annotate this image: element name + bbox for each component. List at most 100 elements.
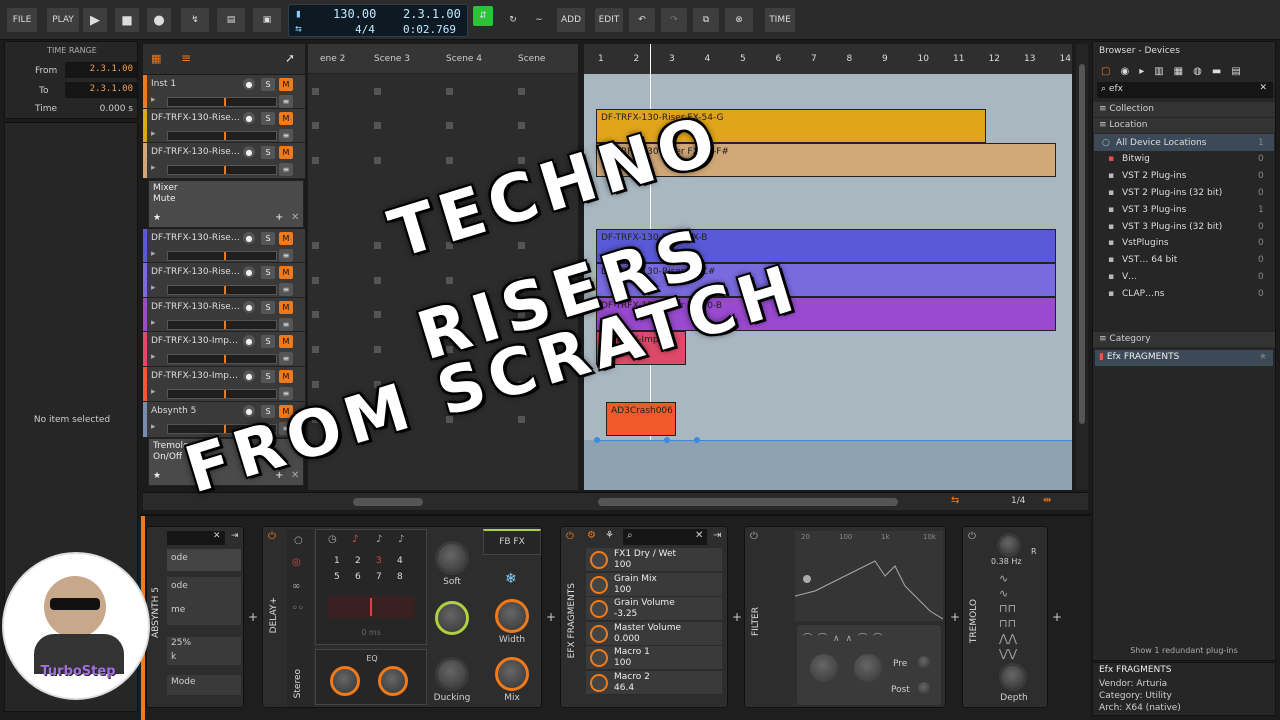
category-result-item[interactable]: ▮ Efx FRAGMENTS ★ (1095, 350, 1273, 366)
depth-knob[interactable] (999, 663, 1027, 691)
track-header[interactable]: DF-TRFX-130-Rise… ● S M ▸ ≡ (143, 229, 305, 263)
mute-button[interactable]: M (279, 266, 293, 279)
rate-knob[interactable] (997, 533, 1021, 557)
efx-parameter[interactable]: Grain Volume -3.25 (586, 597, 722, 622)
clips-tab-icon[interactable]: ▬ (1212, 66, 1221, 77)
clear-search-icon[interactable]: ✕ (1259, 83, 1267, 93)
stop-icon[interactable]: ■ (114, 7, 140, 33)
delay-division[interactable]: 7 (376, 572, 382, 582)
solo-button[interactable]: S (261, 266, 275, 279)
track-name[interactable]: DF-TRFX-130-Imp… (151, 371, 241, 381)
ruler-bar-number[interactable]: 13 (1024, 54, 1035, 64)
solo-button[interactable]: S (261, 301, 275, 314)
note-icon[interactable]: ♪ (376, 534, 382, 545)
scene-label[interactable]: Scene 4 (446, 54, 482, 64)
track-menu-icon[interactable]: ≡ (279, 283, 293, 296)
location-item[interactable]: ▪ Bitwig 0 (1094, 151, 1274, 168)
track-menu-icon[interactable]: ≡ (279, 352, 293, 365)
play-menu-button[interactable]: PLAY (46, 7, 80, 33)
scene-label[interactable]: ene 2 (320, 54, 345, 64)
zoom-fit-icon[interactable]: ⇹ (1043, 495, 1051, 506)
track-menu-icon[interactable]: ≡ (279, 387, 293, 400)
star-icon[interactable]: ★ (153, 471, 161, 481)
clip-slot[interactable] (374, 276, 381, 284)
browser-search-field[interactable]: ⌕ efx ✕ (1097, 82, 1273, 98)
solo-button[interactable]: S (261, 232, 275, 245)
add-device-icon[interactable]: + (950, 610, 960, 624)
record-arm-icon[interactable]: ● (243, 78, 255, 90)
track-menu-icon[interactable]: ≡ (279, 129, 293, 142)
param-knob[interactable] (590, 551, 608, 569)
track-name[interactable]: Absynth 5 (151, 406, 241, 416)
to-field[interactable]: 2.3.1.00 (65, 82, 137, 98)
track-menu-icon[interactable]: ≡ (279, 163, 293, 176)
track-header[interactable]: DF-TRFX-130-Imp… ● S M ▸ ≡ (143, 332, 305, 367)
location-item[interactable]: ▪ VstPlugins 0 (1094, 235, 1274, 252)
track-name[interactable]: DF-TRFX-130-Imp… (151, 336, 241, 346)
track-name[interactable]: DF-TRFX-130-Rise… (151, 113, 241, 123)
print-icon[interactable]: ▤ (216, 7, 246, 33)
post-knob[interactable] (915, 679, 933, 697)
track-name[interactable]: DF-TRFX-130-Rise… (151, 233, 241, 243)
feedback-knob[interactable] (435, 601, 469, 635)
clip-slot[interactable] (374, 311, 381, 318)
delay-division[interactable]: 5 (334, 572, 340, 582)
note-icon[interactable]: ♪ (398, 534, 404, 545)
ruler-bar-number[interactable]: 14 (1060, 54, 1071, 64)
solo-button[interactable]: S (261, 335, 275, 348)
record-arm-icon[interactable]: ● (243, 232, 255, 244)
pointer-tool-icon[interactable]: ➚ (285, 51, 295, 65)
file-menu-button[interactable]: FILE (6, 7, 38, 33)
automation-point[interactable] (664, 437, 670, 443)
clip-slot[interactable] (446, 88, 453, 95)
track-header[interactable]: DF-TRFX-130-Rise… ● S M ▸ ≡ (143, 109, 305, 143)
automation-write-icon[interactable]: ↯ (180, 7, 210, 33)
settings-icon[interactable]: ⚙ (587, 530, 596, 541)
clip-slot[interactable] (374, 157, 381, 164)
track-name[interactable]: DF-TRFX-130-Rise… (151, 147, 241, 157)
record-arm-icon[interactable]: ● (243, 370, 255, 382)
location-item[interactable]: ▪ CLAP…ns 0 (1094, 285, 1274, 302)
filter-spectrum[interactable]: 20 100 1k 10k (795, 531, 943, 621)
resonance-knob[interactable] (851, 651, 885, 685)
position-beats[interactable]: 2.3.1.00 (403, 7, 461, 21)
position-time[interactable]: 0:02.769 (403, 23, 456, 36)
metronome-icon[interactable]: ▮ (295, 7, 302, 20)
play-icon[interactable]: ▶ (82, 7, 108, 33)
cutoff-knob[interactable] (807, 651, 841, 685)
clip-slot[interactable] (446, 276, 453, 284)
track-name[interactable]: Inst 1 (151, 79, 241, 89)
absynth-param[interactable]: me (167, 601, 241, 625)
add-device-icon[interactable]: + (1052, 610, 1062, 624)
clip-slot[interactable] (312, 380, 319, 388)
ruler-bar-number[interactable]: 1 (598, 54, 604, 64)
clip-slot[interactable] (518, 416, 525, 423)
location-item[interactable]: ▪ VST 3 Plug-ins 1 (1094, 201, 1274, 218)
location-item[interactable]: ▪ VST… 64 bit 0 (1094, 252, 1274, 269)
volume-fader[interactable] (167, 165, 277, 175)
track-header[interactable]: DF-TRFX-130-Imp… ● S M ▸ ≡ (143, 367, 305, 402)
clip-slot[interactable] (446, 122, 453, 129)
samples-tab-icon[interactable]: ▥ (1154, 66, 1163, 77)
volume-fader[interactable] (167, 97, 277, 107)
arranger-scrollbar[interactable] (1076, 44, 1088, 490)
retrigger-label[interactable]: R (1031, 547, 1037, 556)
redundant-plugins-link[interactable]: Show 1 redundant plug-ins (1093, 646, 1275, 655)
delay-division[interactable]: 3 (376, 556, 382, 566)
clip-slot[interactable] (518, 122, 525, 129)
record-arm-icon[interactable]: ● (243, 301, 255, 313)
mode-icon[interactable]: ◦◦ (292, 603, 304, 614)
presets-tab-icon[interactable]: ◉ (1120, 66, 1129, 77)
param-search-field[interactable]: ⌕ ✕ (623, 529, 707, 545)
meter-value[interactable]: 4/4 (355, 23, 375, 36)
ruler-bar-number[interactable]: 7 (811, 54, 817, 64)
mode-icon[interactable]: ○ (294, 535, 303, 546)
loop-icon[interactable]: ↻ (500, 7, 526, 33)
power-icon[interactable]: ⏻ (268, 531, 276, 542)
delay-division[interactable]: 8 (397, 572, 403, 582)
delay-division[interactable]: 4 (397, 556, 403, 566)
mute-button[interactable]: M (279, 370, 293, 383)
close-icon[interactable]: ✕ (213, 531, 221, 541)
track-header[interactable]: DF-TRFX-130-Rise… ● S M ▸ ≡ (143, 143, 305, 179)
delay-division[interactable]: 6 (355, 572, 361, 582)
